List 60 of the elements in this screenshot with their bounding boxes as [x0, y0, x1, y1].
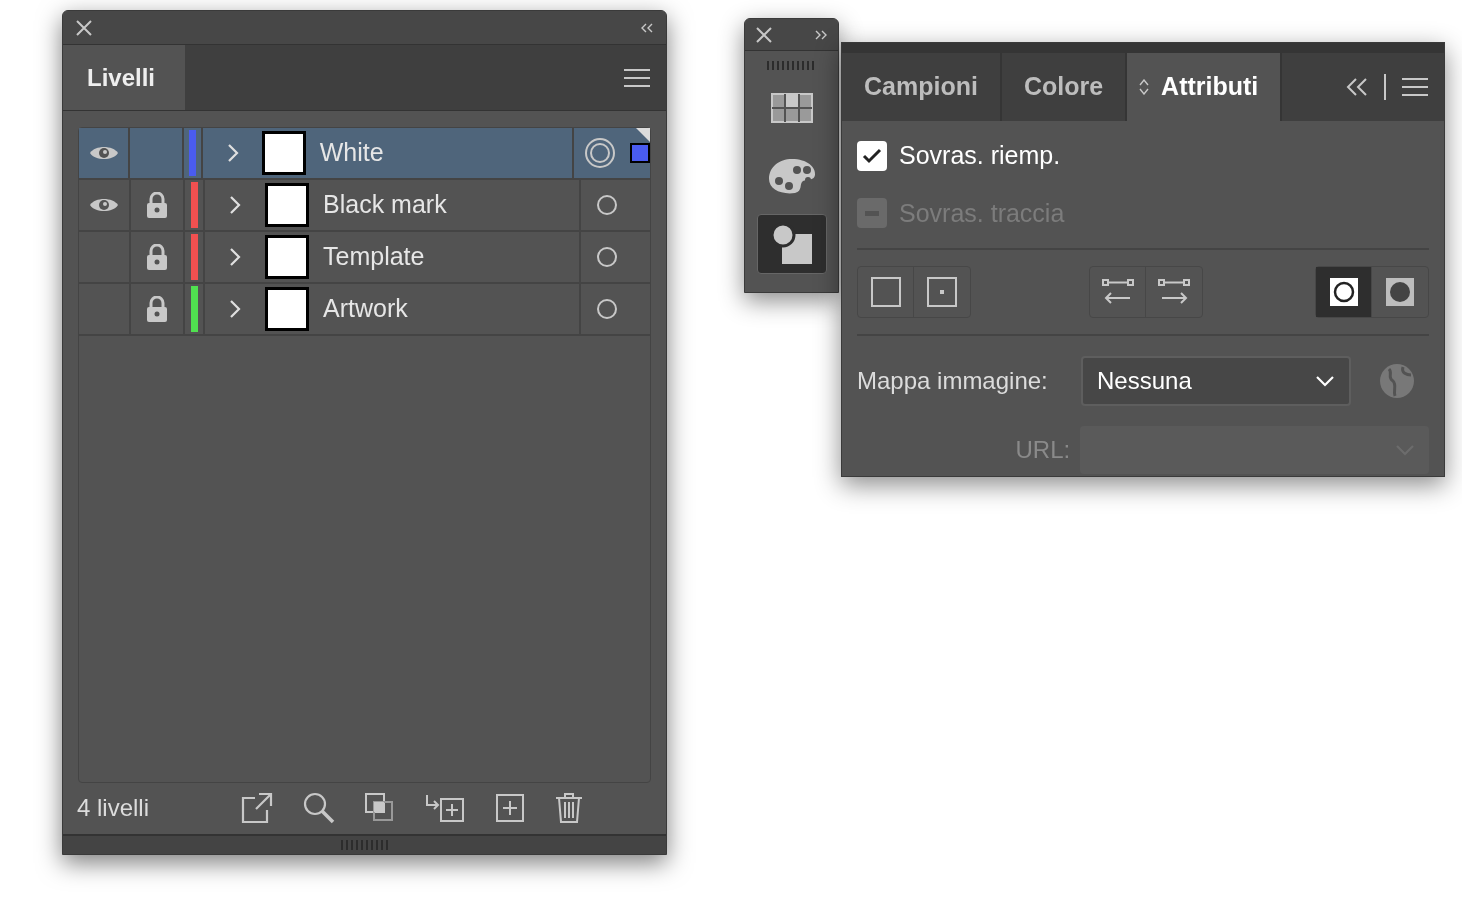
- layer-row[interactable]: White: [79, 128, 650, 180]
- move-into-layer-icon[interactable]: [425, 793, 465, 823]
- resize-grip-icon[interactable]: [340, 840, 389, 850]
- image-map-label: Mappa immagine:: [857, 366, 1049, 396]
- close-icon[interactable]: [75, 18, 93, 37]
- dock-button[interactable]: [756, 214, 827, 274]
- target-circle-icon[interactable]: [596, 298, 618, 320]
- layer-thumbnail: [265, 235, 309, 279]
- lock-icon[interactable]: [147, 296, 167, 322]
- chevron-right-icon[interactable]: [229, 247, 241, 267]
- overlapping-squares-icon[interactable]: [365, 793, 395, 823]
- close-icon[interactable]: [755, 25, 773, 44]
- expand-icon[interactable]: [814, 29, 828, 40]
- grip-icon[interactable]: [766, 61, 817, 70]
- lock-icon[interactable]: [147, 244, 167, 270]
- menu-icon[interactable]: [1402, 77, 1428, 97]
- palette-icon: [766, 157, 817, 195]
- trash-icon[interactable]: [555, 792, 583, 824]
- layer-name[interactable]: Template: [323, 238, 425, 276]
- layer-name[interactable]: Black mark: [323, 186, 447, 224]
- panel-tab[interactable]: Attributi: [1127, 53, 1283, 121]
- target-circle-icon[interactable]: [596, 194, 618, 216]
- layer-name[interactable]: Artwork: [323, 290, 408, 328]
- export-icon[interactable]: [241, 792, 273, 824]
- chevron-down-icon: [1315, 375, 1335, 387]
- eye-icon[interactable]: [88, 144, 119, 162]
- layer-thumbnail: [265, 183, 309, 227]
- layer-row[interactable]: Black mark: [79, 180, 650, 232]
- up-down-caret-icon: [1139, 79, 1150, 95]
- lock-icon[interactable]: [147, 192, 167, 218]
- layer-thumbnail: [262, 131, 307, 175]
- search-icon[interactable]: [303, 792, 335, 824]
- layer-name[interactable]: White: [319, 134, 384, 172]
- checkbox[interactable]: [857, 140, 887, 171]
- eye-icon[interactable]: [89, 196, 119, 214]
- collapse-icon[interactable]: [640, 22, 654, 33]
- layer-row[interactable]: Artwork: [79, 284, 650, 336]
- target-circle-icon[interactable]: [596, 246, 618, 268]
- chevron-right-icon[interactable]: [226, 143, 239, 163]
- right-arrow-path-icon: [1158, 279, 1190, 305]
- target-ring-icon[interactable]: [584, 137, 616, 169]
- checkmark-icon: [862, 147, 882, 164]
- menu-icon[interactable]: [624, 67, 650, 88]
- layer-count: 4 livelli: [77, 793, 151, 823]
- layer-thumbnail: [265, 287, 309, 331]
- panel-tab[interactable]: Livelli: [63, 45, 185, 110]
- corner-mark: [636, 128, 650, 142]
- image-map-dropdown[interactable]: Nessuna: [1081, 356, 1351, 406]
- chevron-right-icon[interactable]: [229, 299, 241, 319]
- swatch-grid-icon: [770, 93, 813, 123]
- layer-row[interactable]: Template: [79, 232, 650, 284]
- collapse-icon[interactable]: [1346, 78, 1368, 96]
- chevron-right-icon[interactable]: [229, 195, 241, 215]
- square-icon: [870, 277, 901, 307]
- panel-tab[interactable]: Campioni: [842, 53, 1002, 121]
- new-layer-icon[interactable]: [495, 793, 525, 823]
- hollow-circle-button[interactable]: [1316, 267, 1372, 317]
- left-arrow-path-icon: [1101, 279, 1134, 305]
- selection-square[interactable]: [630, 143, 650, 163]
- checkbox-label: Sovras. riemp.: [899, 140, 1061, 171]
